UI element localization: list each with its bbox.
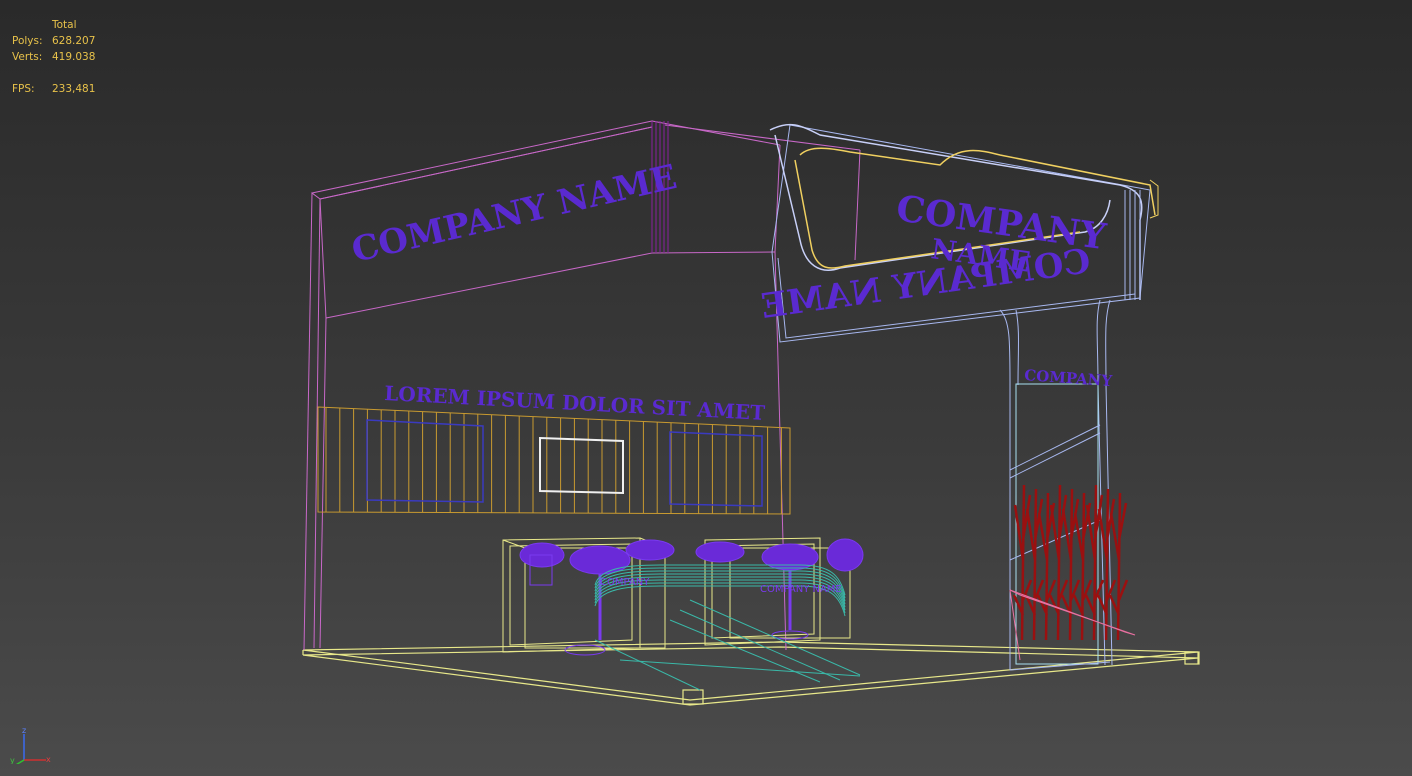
- plant-branch: [1108, 492, 1129, 641]
- axis-gizmo-icon: z x y: [10, 726, 51, 764]
- stats-fps-row: FPS: 233,481: [12, 81, 95, 97]
- fps-value: 233,481: [52, 83, 96, 95]
- polys-value: 628.207: [52, 35, 96, 47]
- axis-x-label: x: [46, 755, 51, 764]
- tower-logo-text: COMPANY: [1024, 366, 1113, 390]
- counter-logo-2: COMPANY NAME: [760, 584, 842, 595]
- plant-branch: [1048, 484, 1069, 641]
- stats-header: Total: [52, 19, 77, 31]
- display-screens: [366, 419, 763, 507]
- verts-value: 419.038: [52, 51, 96, 63]
- axis-z-label: z: [22, 726, 26, 735]
- plant-branch: [1024, 488, 1045, 641]
- slatted-panel: [317, 406, 791, 515]
- fps-label: FPS:: [12, 83, 35, 95]
- verts-label: Verts:: [12, 51, 43, 63]
- wall-logo-text: COMPANY NAME: [348, 157, 680, 271]
- stats-polys-row: Polys: 628.207: [12, 33, 95, 49]
- stats-verts-row: Verts: 419.038: [12, 49, 95, 65]
- wall-logo-company-name: COMPANY NAME: [348, 157, 680, 271]
- axis-y-label: y: [10, 756, 15, 764]
- 3d-viewport[interactable]: COMPANY NAME LOREM IPSUM DOLOR SIT AMET: [0, 0, 1412, 776]
- plant-branch: [1096, 488, 1117, 641]
- counter-logo-1: COMPANY: [600, 577, 650, 588]
- viewport-statistics: Total Polys: 628.207 Verts: 419.038 FPS:…: [12, 17, 95, 97]
- polys-label: Polys:: [12, 35, 43, 47]
- wireframe-scene: COMPANY NAME LOREM IPSUM DOLOR SIT AMET: [302, 120, 1200, 706]
- plant-branch: [1084, 484, 1105, 641]
- floor-platform: [302, 641, 1200, 706]
- plant-branch: [1060, 488, 1081, 641]
- plant-branch: [1012, 484, 1033, 641]
